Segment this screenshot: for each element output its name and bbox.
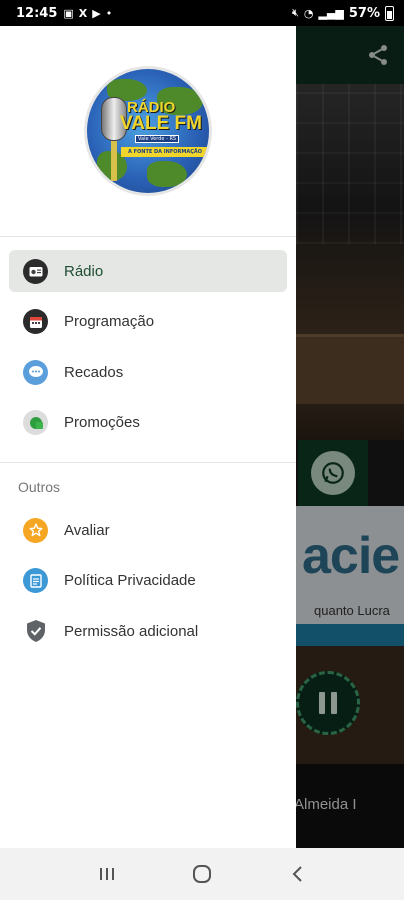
star-icon [23, 517, 48, 543]
shield-icon [23, 619, 48, 644]
menu-item-avaliar[interactable]: Avaliar [9, 509, 287, 551]
status-bar: 12:45 ▣ X ▶ • 🔇︎ ◔ ▂▄▆ 57% [0, 0, 404, 26]
main-menu: Rádio Programação Recados Promoções [0, 237, 296, 463]
system-icons: 🔇︎ ◔ ▂▄▆ 57% [291, 5, 394, 21]
menu-label: Programação [64, 313, 155, 330]
radio-icon [23, 258, 48, 284]
menu-label: Rádio [64, 262, 104, 280]
menu-label: Recados [64, 363, 124, 381]
drawer-scrim[interactable] [296, 26, 404, 848]
gallery-icon: ▣ [63, 6, 74, 20]
calendar-icon [23, 309, 48, 334]
gift-icon [23, 410, 48, 435]
menu-item-radio[interactable]: Rádio [9, 250, 287, 292]
drawer-header: RÁDIO VALE FM Vale Verde - RS A FONTE DA… [0, 26, 296, 237]
document-icon [23, 568, 48, 593]
menu-label: Permissão adicional [64, 622, 199, 640]
menu-label: Política Privacidade [64, 572, 196, 589]
lte-signal-icon: ▂▄▆ [318, 6, 344, 20]
recent-apps-button[interactable] [87, 854, 127, 894]
battery-icon [385, 5, 394, 21]
menu-item-programacao[interactable]: Programação [9, 301, 287, 343]
recent-apps-icon [100, 868, 115, 880]
clock: 12:45 [16, 5, 58, 21]
wifi-icon: ◔ [303, 6, 314, 20]
back-icon [292, 866, 302, 882]
system-nav-bar [0, 848, 404, 900]
menu-item-promocoes[interactable]: Promoções [9, 402, 287, 444]
menu-item-recados[interactable]: Recados [9, 351, 287, 393]
background-app: acie quanto Lucra Almeida I [296, 26, 404, 848]
section-title-outros: Outros [18, 479, 61, 495]
x-icon: X [78, 6, 88, 20]
dot-icon: • [105, 6, 113, 20]
mute-icon: 🔇︎ [291, 6, 299, 19]
chat-icon [23, 359, 48, 385]
back-button[interactable] [277, 854, 317, 894]
battery-percent: 57% [348, 5, 380, 21]
menu-item-politica-privacidade[interactable]: Política Privacidade [9, 560, 287, 602]
notification-icons: ▣ X ▶ • [63, 7, 112, 20]
navigation-drawer: RÁDIO VALE FM Vale Verde - RS A FONTE DA… [0, 26, 296, 848]
menu-label: Avaliar [64, 521, 110, 539]
station-logo: RÁDIO VALE FM Vale Verde - RS A FONTE DA… [84, 66, 212, 196]
home-icon [192, 865, 211, 883]
menu-label: Promoções [64, 414, 140, 431]
menu-item-permissao-adicional[interactable]: Permissão adicional [9, 610, 287, 652]
others-menu: Avaliar Política Privacidade Permissão a… [0, 509, 296, 652]
youtube-icon: ▶ [92, 6, 101, 20]
home-button[interactable] [182, 854, 222, 894]
